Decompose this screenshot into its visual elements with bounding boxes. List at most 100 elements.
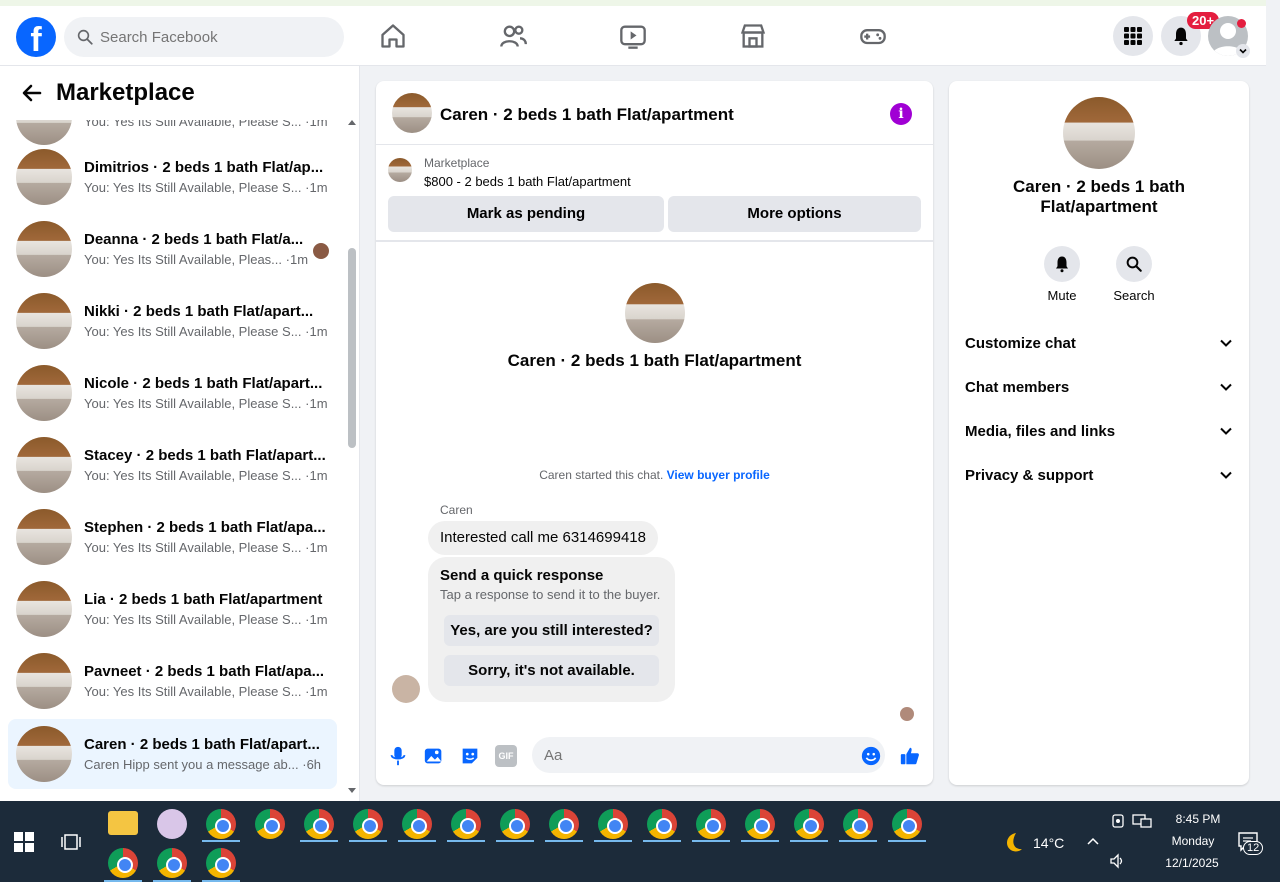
chrome-icon[interactable] [500,809,530,839]
menu-button[interactable] [1113,16,1153,56]
moon-weather-icon[interactable] [1001,831,1025,855]
facebook-logo-icon[interactable]: f [16,17,56,57]
chrome-icon[interactable] [647,809,677,839]
running-indicator [202,840,240,842]
thumbs-up-icon[interactable] [899,745,921,767]
search-in-chat-button[interactable]: Search [1104,246,1164,303]
chrome-icon[interactable] [892,809,922,839]
chrome-icon[interactable] [549,809,579,839]
listing-thumbnail[interactable] [388,158,412,182]
quick-response-option[interactable]: Yes, are you still interested? [444,615,659,646]
top-navigation-bar: f 20+ [0,0,1266,66]
search-bar[interactable] [64,17,344,57]
chat-members-row[interactable]: Chat members [965,367,1233,407]
chrome-icon[interactable] [206,848,236,878]
quick-response-option[interactable]: Sorry, it's not available. [444,655,659,686]
weather-temp[interactable]: 14°C [1033,835,1064,851]
conversation-time: ·1m [305,324,328,339]
profile-alert-dot [1237,19,1246,28]
running-indicator [839,840,877,842]
windows-start-icon[interactable] [14,832,34,852]
chrome-icon[interactable] [157,848,187,878]
chrome-icon[interactable] [304,809,334,839]
chevron-up-icon[interactable] [1086,835,1100,847]
chrome-icon[interactable] [696,809,726,839]
microphone-icon[interactable] [387,745,409,767]
conversation-item[interactable]: Dimitrios · 2 beds 1 bath Flat/ap... You:… [8,142,337,212]
gaming-icon[interactable] [859,22,887,50]
running-indicator [741,840,779,842]
conversation-item[interactable]: Pavneet · 2 beds 1 bath Flat/apa... You: … [8,646,337,716]
scrollbar-track[interactable] [345,120,359,801]
conversation-snippet: You: Yes Its Still Available, Please S..… [84,324,302,339]
conversation-item[interactable]: Lia · 2 beds 1 bath Flat/apartment You: Y… [8,574,337,644]
chrome-icon[interactable] [353,809,383,839]
home-icon[interactable] [379,22,407,50]
task-view-icon[interactable] [61,832,81,852]
running-indicator [692,840,730,842]
listing-title[interactable]: $800 - 2 beds 1 bath Flat/apartment [424,174,631,189]
chrome-icon[interactable] [598,809,628,839]
sender-avatar[interactable] [392,675,420,703]
chrome-icon[interactable] [402,809,432,839]
buyer-avatar[interactable] [625,283,685,343]
info-icon[interactable]: i [890,103,912,125]
chrome-icon[interactable] [451,809,481,839]
chrome-icon[interactable] [794,809,824,839]
emoji-icon[interactable] [860,745,882,767]
chevron-down-icon[interactable] [1236,44,1250,58]
conversation-item[interactable]: Nikki · 2 beds 1 bath Flat/apart... You: … [8,286,337,356]
sticker-icon[interactable] [459,745,481,767]
chrome-icon[interactable] [108,848,138,878]
details-avatar[interactable] [1063,97,1135,169]
message-bubble[interactable]: Interested call me 6314699418 [428,521,658,555]
chat-details-panel: Caren · 2 beds 1 bath Flat/apartment Mut… [949,81,1249,785]
listing-thumbnail [16,365,72,421]
privacy-support-row[interactable]: Privacy & support [965,455,1233,495]
clock-day[interactable]: Monday [1163,834,1223,848]
listing-thumbnail [16,726,72,782]
paint-app-icon[interactable] [157,809,187,839]
conversation-name: Dimitrios · 2 beds 1 bath Flat/ap... [84,159,324,176]
marketplace-icon[interactable] [739,22,767,50]
clock-time[interactable]: 8:45 PM [1168,812,1228,826]
gif-icon[interactable]: GIF [495,745,517,767]
scrollbar-thumb[interactable] [348,248,356,448]
media-files-links-row[interactable]: Media, files and links [965,411,1233,451]
video-icon[interactable] [619,22,647,50]
network-icon[interactable] [1132,813,1152,829]
windows-taskbar: 14°C 8:45 PM Monday 12/1/2025 12 [0,801,1280,882]
volume-icon[interactable] [1109,853,1127,869]
chat-title[interactable]: Caren · 2 beds 1 bath Flat/apartment [440,105,734,125]
conversation-item[interactable]: Deanna · 2 beds 1 bath Flat/a... You: Yes… [8,214,337,284]
quick-response-card: Send a quick response Tap a response to … [428,557,675,702]
conversation-snippet: You: Yes Its Still Available, Please S..… [84,612,302,627]
conversation-item[interactable]: Stacey · 2 beds 1 bath Flat/apart... You:… [8,430,337,500]
chrome-icon[interactable] [255,809,285,839]
mute-button[interactable]: Mute [1032,246,1092,303]
page-scrollbar[interactable] [1266,0,1280,801]
page-title: Marketplace [56,79,195,106]
message-input[interactable] [532,737,885,773]
customize-chat-row[interactable]: Customize chat [965,323,1233,363]
friends-icon[interactable] [499,22,527,50]
photo-icon[interactable] [423,745,445,767]
view-buyer-profile-link[interactable]: View buyer profile [667,468,770,482]
chrome-icon[interactable] [745,809,775,839]
more-options-button[interactable]: More options [668,196,921,232]
conversation-item-active[interactable]: Caren · 2 beds 1 bath Flat/apart... Caren… [8,719,337,789]
chat-avatar[interactable] [392,93,432,133]
chrome-icon[interactable] [206,809,236,839]
scroll-down-icon[interactable] [347,787,357,795]
chevron-down-icon [1220,383,1232,391]
scroll-up-icon[interactable] [347,118,357,126]
conversation-item[interactable]: Stephen · 2 beds 1 bath Flat/apa... You: … [8,502,337,572]
clock-date[interactable]: 12/1/2025 [1160,856,1224,870]
search-input[interactable] [100,28,320,46]
mark-as-pending-button[interactable]: Mark as pending [388,196,664,232]
meet-now-icon[interactable] [1110,813,1126,829]
back-arrow-icon[interactable] [20,81,44,105]
conversation-item[interactable]: Nicole · 2 beds 1 bath Flat/apart... You:… [8,358,337,428]
file-explorer-icon[interactable] [108,811,138,835]
chrome-icon[interactable] [843,809,873,839]
